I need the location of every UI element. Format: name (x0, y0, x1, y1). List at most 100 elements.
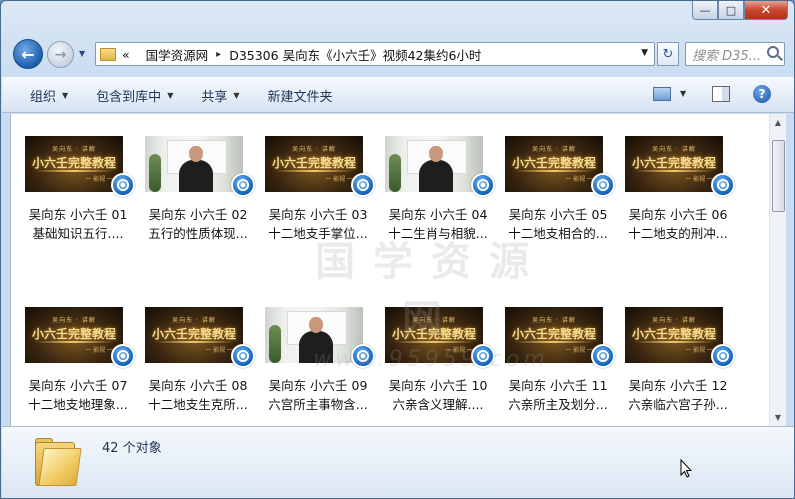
thumbnail-title: 小六壬完整教程 (151, 327, 236, 341)
file-item[interactable]: 吴向东 · 讲解 小六壬完整教程一 影视 一吴向东 小六壬 01 基础知识五行...… (19, 136, 139, 256)
view-options-dropdown-icon[interactable]: ▼ (680, 89, 686, 98)
thumbnail-caption-top: 吴向东 · 讲解 (652, 317, 696, 324)
file-name: 吴向东 小六壬 05 十二地支相合的... (495, 205, 621, 243)
file-item[interactable]: 吴向东 · 讲解 小六壬完整教程一 影视 一吴向东 小六壬 10 六亲含义理解...… (379, 307, 499, 426)
folder-icon (100, 47, 116, 61)
video-thumbnail: 吴向东 · 讲解 小六壬完整教程一 影视 一 (505, 136, 603, 192)
media-player-icon (711, 173, 735, 197)
file-name-line-1: 吴向东 小六壬 10 (388, 378, 488, 393)
file-name-line-1: 吴向东 小六壬 09 (268, 378, 368, 393)
forward-button[interactable]: → (47, 41, 74, 68)
file-item[interactable]: 吴向东 · 讲解 小六壬完整教程一 影视 一吴向东 小六壬 06 十二地支的刑冲..… (619, 136, 739, 256)
thumbnail-caption-top: 吴向东 · 讲解 (172, 317, 216, 324)
maximize-button[interactable]: □ (718, 1, 744, 20)
minimize-button[interactable]: — (692, 1, 718, 20)
presenter-head-shape (189, 146, 203, 162)
breadcrumb-separator-icon[interactable]: ▸ (216, 49, 221, 60)
vertical-scrollbar[interactable]: ▲ ▼ (769, 114, 786, 426)
file-name-line-1: 吴向东 小六壬 07 (28, 378, 128, 393)
change-view-icon[interactable] (653, 87, 671, 101)
caption-buttons: — □ ✕ (692, 1, 788, 20)
close-button[interactable]: ✕ (744, 1, 788, 20)
presenter-body-shape (179, 160, 213, 192)
forward-arrow-icon: → (54, 46, 67, 63)
video-thumbnail (265, 307, 363, 363)
chevron-down-icon: ▼ (233, 90, 240, 100)
thumbnail-caption-bottom: 一 影视 一 (325, 176, 353, 183)
file-name: 吴向东 小六壬 08 十二地支生克所... (135, 376, 261, 414)
new-folder-button[interactable]: 新建文件夹 (268, 86, 333, 105)
media-player-icon (351, 344, 375, 368)
explorer-window: — □ ✕ ← → ▼ « 国学资源网 ▸ D35306 吴向东《小六壬》视频4… (0, 0, 795, 499)
file-item[interactable]: 吴向东 · 讲解 小六壬完整教程一 影视 一吴向东 小六壬 11 六亲所主及划分..… (499, 307, 619, 426)
file-name-line-2: 十二地支相合的... (508, 226, 608, 241)
scroll-thumb[interactable] (772, 140, 785, 212)
preview-pane-icon[interactable] (712, 86, 730, 102)
file-item[interactable]: 吴向东 · 讲解 小六壬完整教程一 影视 一吴向东 小六壬 03 十二地支手掌位..… (259, 136, 379, 256)
thumbnail-caption-bottom: 一 影视 一 (685, 176, 713, 183)
help-icon[interactable]: ? (753, 85, 771, 103)
file-name-line-1: 吴向东 小六壬 04 (388, 207, 488, 222)
file-name: 吴向东 小六壬 07 十二地支地理象... (15, 376, 141, 414)
organize-menu[interactable]: 组织 ▼ (30, 86, 68, 105)
file-list-pane[interactable]: 吴向东 · 讲解 小六壬完整教程一 影视 一吴向东 小六壬 01 基础知识五行...… (10, 114, 786, 426)
scroll-down-button[interactable]: ▼ (770, 409, 786, 426)
address-dropdown-icon[interactable]: ▼ (641, 48, 648, 58)
breadcrumb-root[interactable]: 国学资源网 (146, 45, 209, 64)
back-button[interactable]: ← (13, 39, 43, 69)
media-player-icon (231, 344, 255, 368)
thumbnail-caption-bottom: 一 影视 一 (85, 347, 113, 354)
refresh-button[interactable]: ↻ (657, 42, 679, 66)
include-in-library-label: 包含到库中 (96, 89, 162, 105)
file-item[interactable]: 吴向东 小六壬 02 五行的性质体现... (139, 136, 259, 256)
presenter-body-shape (419, 160, 453, 192)
file-name-line-1: 吴向东 小六壬 03 (268, 207, 368, 222)
file-name-line-2: 十二地支的刑冲... (628, 226, 728, 241)
organize-label: 组织 (30, 89, 57, 105)
thumbnail-title: 小六壬完整教程 (31, 156, 116, 170)
file-name-line-1: 吴向东 小六壬 05 (508, 207, 608, 222)
file-name-line-2: 基础知识五行.... (32, 226, 124, 241)
file-item[interactable]: 吴向东 · 讲解 小六壬完整教程一 影视 一吴向东 小六壬 12 六亲临六宫子孙..… (619, 307, 739, 426)
file-name-line-2: 六亲所主及划分... (508, 397, 608, 412)
recent-pages-button[interactable]: ▼ (79, 49, 85, 58)
file-name-line-2: 六宫所主事物含... (268, 397, 368, 412)
search-icon[interactable] (767, 46, 779, 58)
file-name-line-2: 六亲临六宫子孙... (628, 397, 728, 412)
file-item[interactable]: 吴向东 小六壬 04 十二生肖与相貌... (379, 136, 499, 256)
breadcrumb-current-folder[interactable]: D35306 吴向东《小六壬》视频42集约6小时 (229, 45, 481, 64)
thumbnail-title: 小六壬完整教程 (631, 327, 716, 341)
share-menu[interactable]: 共享 ▼ (201, 86, 239, 105)
search-input[interactable]: 搜索 D35... (685, 42, 785, 66)
file-name-line-2: 六亲含义理解.... (392, 397, 484, 412)
plant-shape (389, 154, 401, 192)
file-name-line-1: 吴向东 小六壬 01 (28, 207, 128, 222)
thumbnail-caption-bottom: 一 影视 一 (565, 176, 593, 183)
breadcrumb-overflow[interactable]: « (122, 47, 130, 62)
file-name: 吴向东 小六壬 11 六亲所主及划分... (495, 376, 621, 414)
file-item[interactable]: 吴向东 · 讲解 小六壬完整教程一 影视 一吴向东 小六壬 07 十二地支地理象..… (19, 307, 139, 426)
file-name: 吴向东 小六壬 01 基础知识五行.... (15, 205, 141, 243)
file-name: 吴向东 小六壬 09 六宫所主事物含... (255, 376, 381, 414)
file-item[interactable]: 吴向东 · 讲解 小六壬完整教程一 影视 一吴向东 小六壬 05 十二地支相合的..… (499, 136, 619, 256)
presenter-head-shape (309, 317, 323, 333)
thumbnail-glow (515, 170, 593, 172)
scroll-up-button[interactable]: ▲ (770, 114, 786, 131)
file-item[interactable]: 吴向东 · 讲解 小六壬完整教程一 影视 一吴向东 小六壬 08 十二地支生克所..… (139, 307, 259, 426)
thumbnail-caption-top: 吴向东 · 讲解 (652, 146, 696, 153)
thumbnail-glow (395, 341, 473, 343)
media-player-icon (111, 344, 135, 368)
media-player-icon (471, 173, 495, 197)
thumbnail-title: 小六壬完整教程 (271, 156, 356, 170)
file-item[interactable]: 吴向东 小六壬 09 六宫所主事物含... (259, 307, 379, 426)
include-in-library-menu[interactable]: 包含到库中 ▼ (96, 86, 173, 105)
back-arrow-icon: ← (21, 44, 35, 64)
address-bar[interactable]: « 国学资源网 ▸ D35306 吴向东《小六壬》视频42集约6小时 ▼ (95, 42, 655, 66)
thumbnail-glow (635, 170, 713, 172)
thumbnail-caption-top: 吴向东 · 讲解 (52, 146, 96, 153)
navigation-bar: ← → ▼ « 国学资源网 ▸ D35306 吴向东《小六壬》视频42集约6小时… (9, 37, 789, 71)
chevron-down-icon: ▼ (62, 90, 69, 100)
folder-icon (35, 436, 82, 488)
video-thumbnail: 吴向东 · 讲解 小六壬完整教程一 影视 一 (505, 307, 603, 363)
thumbnail-glow (155, 341, 233, 343)
